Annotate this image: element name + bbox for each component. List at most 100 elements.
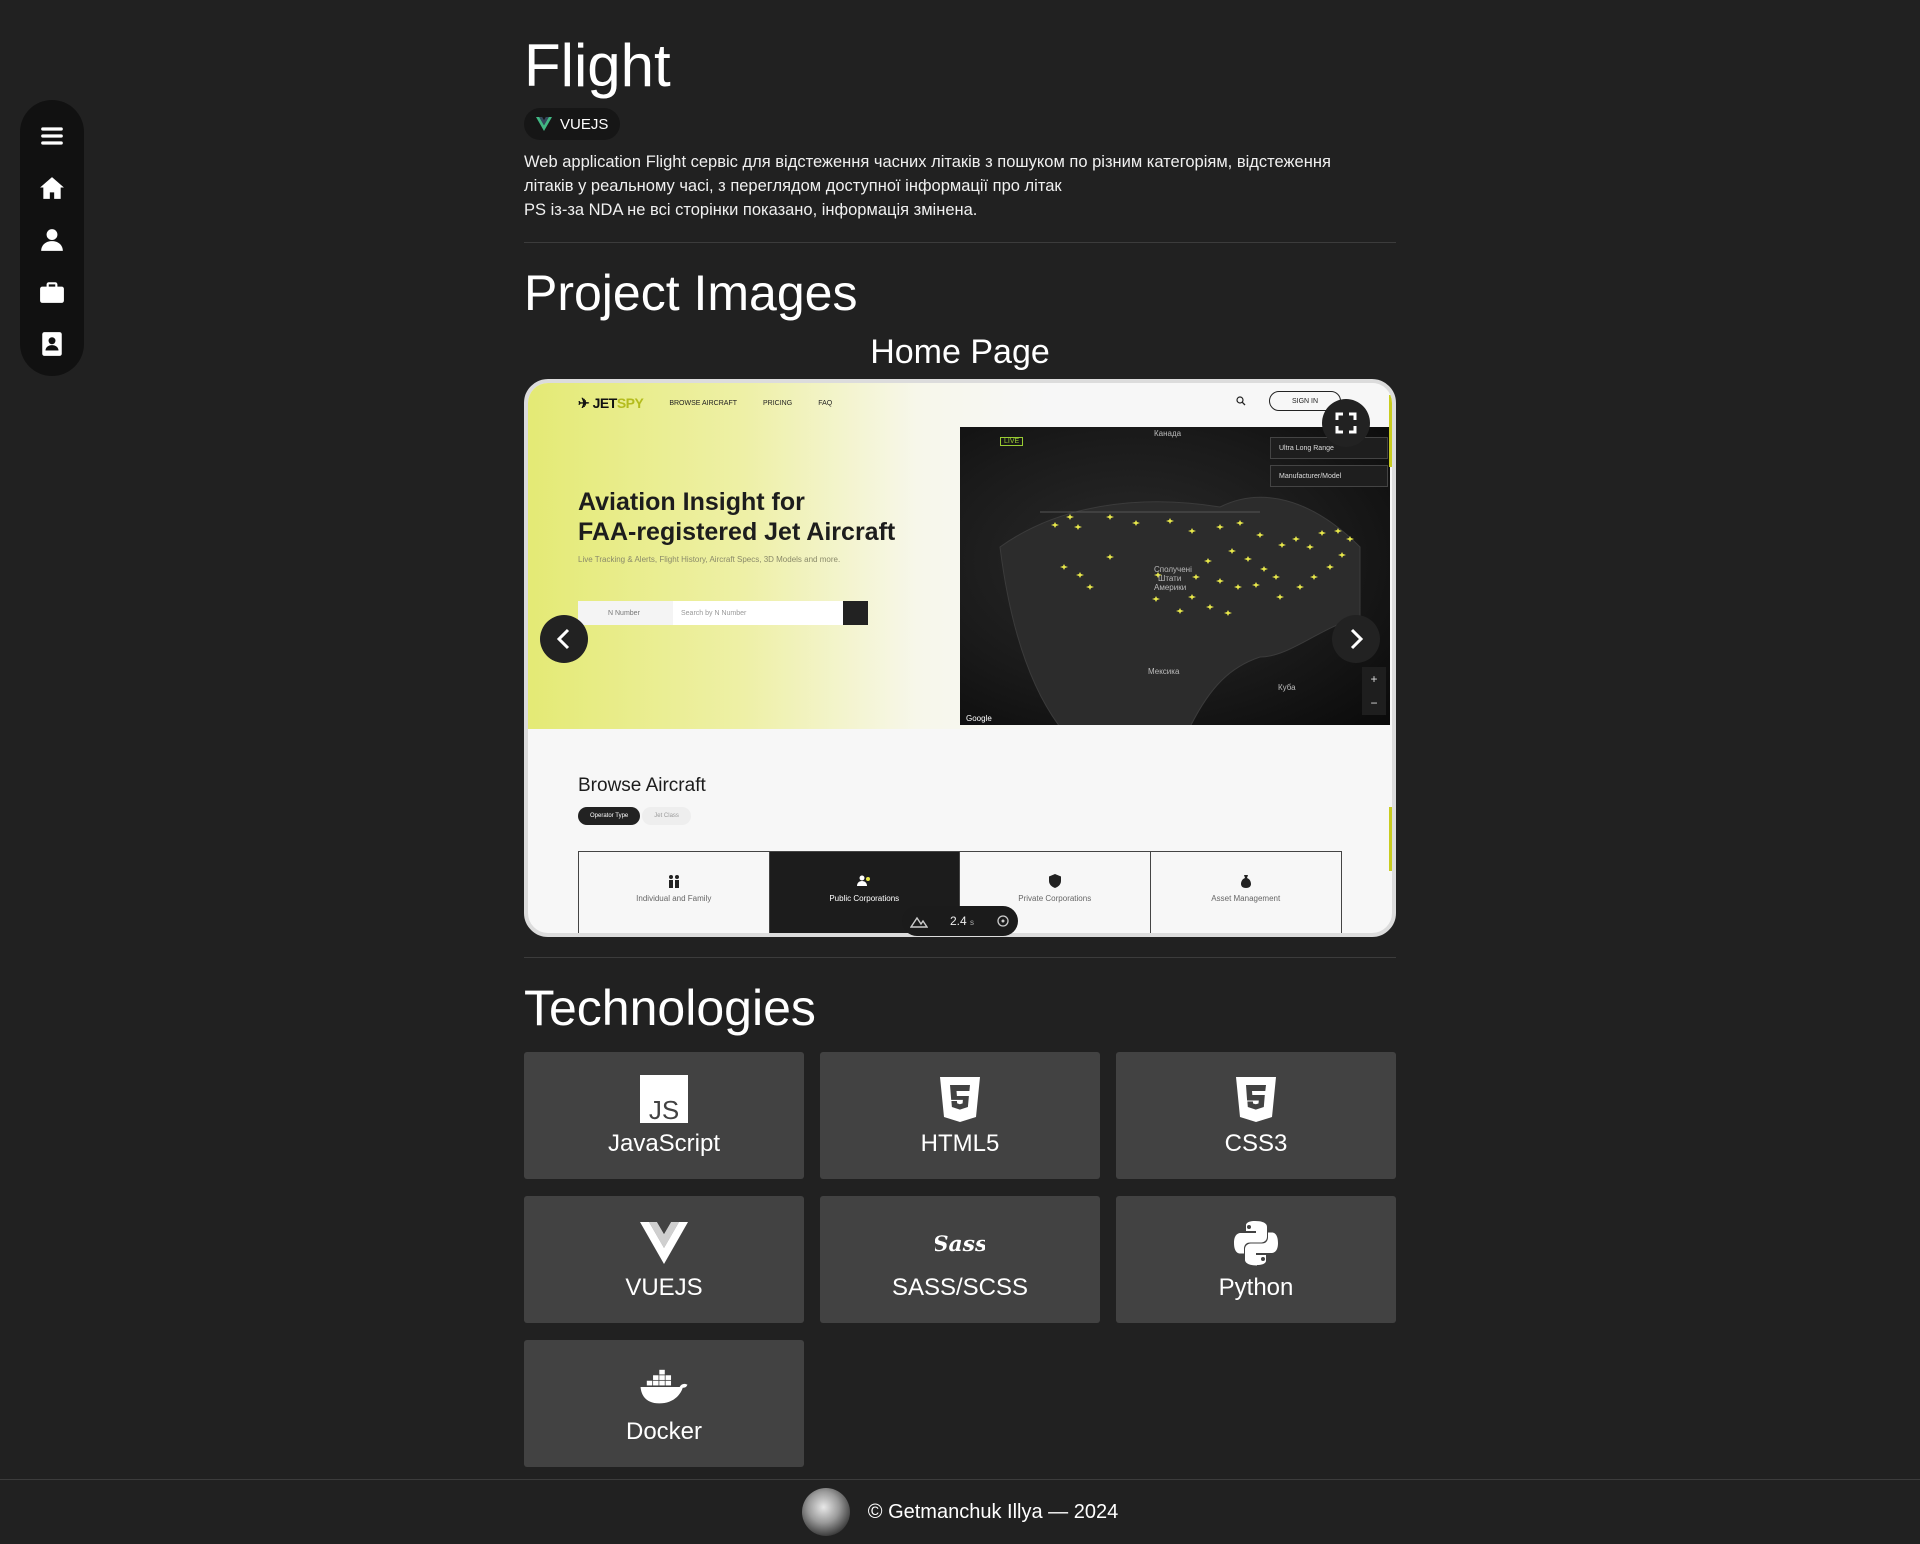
description-line: літаків у реальному часі, з переглядом д…: [524, 177, 1062, 195]
tech-name: HTML5: [920, 1129, 1000, 1157]
tech-name: SASS/SCSS: [891, 1273, 1029, 1301]
home-button[interactable]: [34, 170, 70, 206]
previous-image-button[interactable]: [540, 615, 588, 663]
about-button[interactable]: [34, 222, 70, 258]
jetspy-logo: ✈ JETSPY: [578, 395, 644, 411]
hero-search-input: Search by N Number: [673, 601, 843, 625]
divider: [524, 242, 1396, 243]
live-map: LIVE Ultra Long Range Manufacturer/Model…: [960, 427, 1390, 725]
divider: [524, 957, 1396, 958]
fullscreen-button[interactable]: [1322, 399, 1370, 447]
autoplay-speed: 2.4 s: [949, 914, 975, 928]
copyright: © Getmanchuk Illya — 2024: [867, 1500, 1119, 1523]
map-label: Америки: [1154, 583, 1187, 592]
project-description: Web application Flight сервіс для відсте…: [524, 150, 1396, 222]
hero-heading: Aviation Insight for FAA-registered Jet …: [578, 488, 896, 546]
live-badge: LIVE: [1000, 437, 1024, 446]
contact-icon: [42, 332, 62, 356]
docker-icon: [640, 1369, 688, 1403]
tech-name: VUEJS: [625, 1273, 703, 1301]
technologies-grid: JS JavaScript HTML5 CSS3 VUEJS Sass SASS…: [524, 1052, 1396, 1467]
hero-search: N Number Search by N Number: [578, 601, 868, 625]
tech-badge-label: VUEJS: [560, 115, 609, 133]
project-page: Flight VUEJS Web application Flight серв…: [524, 28, 1396, 1467]
tech-card-docker: Docker: [524, 1340, 804, 1467]
svg-text:Sass: Sass: [935, 1230, 985, 1256]
corporation-icon: [857, 875, 871, 886]
map-filter-model: Manufacturer/Model: [1270, 465, 1388, 487]
contact-button[interactable]: [34, 326, 70, 362]
hero-search-button: [843, 601, 868, 625]
tech-name: Docker: [625, 1417, 703, 1445]
menu-icon: [41, 127, 63, 145]
map-label: Куба: [1278, 683, 1296, 692]
tech-card-vuejs: VUEJS: [524, 1196, 804, 1323]
css3-icon: [1236, 1076, 1276, 1122]
sass-icon: Sass: [935, 1230, 985, 1256]
html5-icon: [940, 1076, 980, 1122]
search-icon: [1236, 396, 1246, 406]
footer: © Getmanchuk Illya — 2024: [0, 1479, 1920, 1544]
portfolio-button[interactable]: [34, 274, 70, 310]
hero-section: ✈ JETSPY BROWSE AIRCRAFT PRICING FAQ SIG…: [528, 383, 1392, 729]
map-zoom-controls: + −: [1362, 667, 1386, 715]
autoplay-speed-control[interactable]: 2.4 s: [902, 906, 1018, 936]
scroll-accent: [1389, 395, 1392, 467]
category-card: Individual and Family: [579, 852, 770, 933]
category-card: Asset Management: [1151, 852, 1342, 933]
tech-name: JavaScript: [607, 1129, 721, 1157]
user-icon: [41, 229, 63, 251]
nav-link: BROWSE AIRCRAFT: [669, 400, 738, 407]
description-line: Web application Flight сервіс для відсте…: [524, 153, 1331, 171]
sidebar: [20, 100, 84, 376]
browse-pills: Operator Type Jet Class: [578, 807, 691, 825]
target-icon: [997, 915, 1009, 927]
image-carousel[interactable]: ✈ JETSPY BROWSE AIRCRAFT PRICING FAQ SIG…: [524, 379, 1396, 937]
tech-card-html5: HTML5: [820, 1052, 1100, 1179]
tech-card-sass: Sass SASS/SCSS: [820, 1196, 1100, 1323]
home-icon: [40, 177, 64, 199]
menu-button[interactable]: [34, 118, 70, 154]
vue-icon: [536, 117, 552, 131]
tech-name: Python: [1218, 1273, 1294, 1301]
map-attribution: Google: [966, 714, 992, 723]
mountain-icon: [910, 916, 928, 928]
avatar: [801, 1488, 850, 1536]
javascript-icon: JS: [640, 1074, 688, 1123]
hero-search-select: N Number: [578, 601, 673, 625]
pill-jet-class: Jet Class: [642, 807, 691, 825]
briefcase-icon: [40, 282, 64, 303]
nav-link: FAQ: [818, 400, 833, 407]
tech-card-css3: CSS3: [1116, 1052, 1396, 1179]
pill-operator-type: Operator Type: [578, 807, 641, 825]
browse-heading: Browse Aircraft: [578, 775, 706, 796]
tech-card-python: Python: [1116, 1196, 1396, 1323]
tech-badge: VUEJS: [524, 108, 621, 140]
family-icon: [668, 875, 679, 888]
chevron-right-icon: [1350, 628, 1364, 650]
description-line: PS із-за NDA не всі сторінки показано, і…: [524, 201, 978, 219]
project-screenshot: ✈ JETSPY BROWSE AIRCRAFT PRICING FAQ SIG…: [528, 383, 1392, 933]
map-label: Мексика: [1148, 667, 1180, 676]
python-icon: [1234, 1220, 1278, 1265]
scroll-accent: [1389, 807, 1392, 871]
svg-text:JS: JS: [649, 1095, 679, 1123]
map-label: Сполучені: [1154, 565, 1192, 574]
money-bag-icon: [1240, 875, 1251, 888]
images-heading: Project Images: [524, 265, 858, 321]
hero-subtitle: Live Tracking & Alerts, Flight History, …: [578, 555, 841, 564]
image-title: Home Page: [870, 333, 1050, 371]
tech-name: CSS3: [1224, 1129, 1288, 1157]
nav-link: PRICING: [763, 400, 793, 407]
map-label: Канада: [1154, 429, 1182, 438]
shield-icon: [1048, 874, 1061, 888]
fullscreen-icon: [1335, 412, 1357, 434]
page-title: Flight: [524, 32, 671, 99]
tech-card-javascript: JS JavaScript: [524, 1052, 804, 1179]
map-label: Штати: [1158, 574, 1182, 583]
chevron-left-icon: [556, 628, 570, 650]
screenshot-nav: ✈ JETSPY BROWSE AIRCRAFT PRICING FAQ: [578, 395, 832, 412]
technologies-heading: Technologies: [524, 980, 816, 1036]
next-image-button[interactable]: [1332, 615, 1380, 663]
vue-icon: [640, 1221, 688, 1264]
